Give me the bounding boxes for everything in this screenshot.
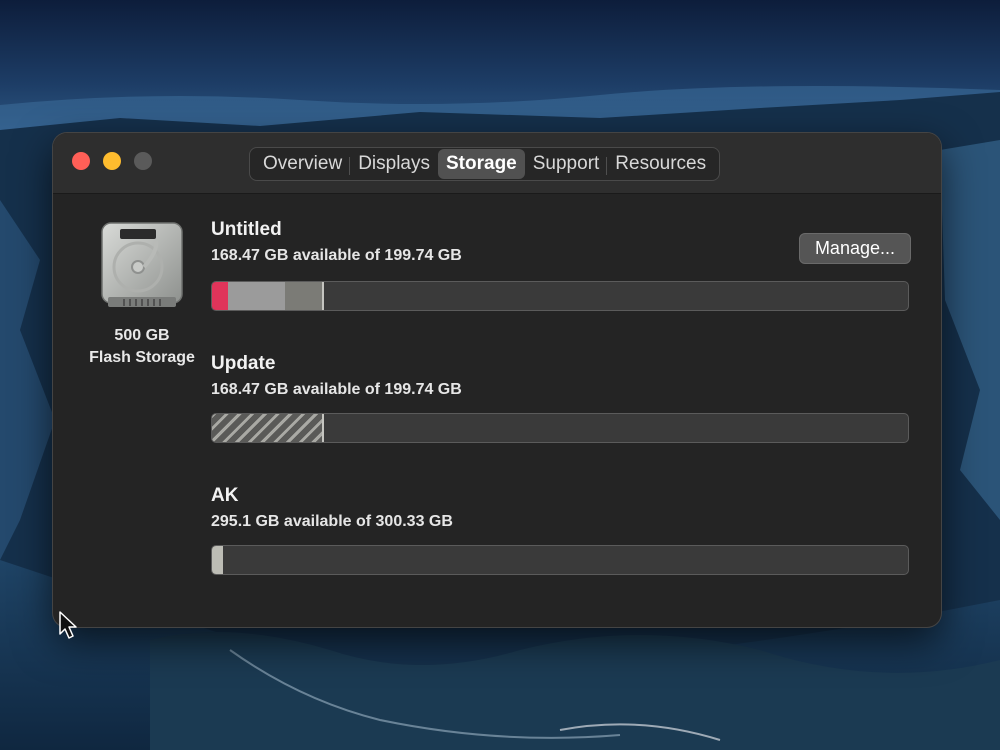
volume-name: AK — [211, 485, 239, 506]
segment-other — [285, 282, 324, 310]
volume-availability: 168.47 GB available of 199.74 GB — [211, 247, 462, 264]
hard-drive-icon — [101, 222, 183, 307]
segment-used — [212, 546, 223, 574]
minimize-button[interactable] — [103, 152, 121, 170]
storage-bar[interactable] — [211, 545, 909, 575]
tab-displays[interactable]: Displays — [349, 149, 438, 179]
tab-support[interactable]: Support — [525, 149, 608, 179]
zoom-button — [134, 152, 152, 170]
about-this-mac-window: Overview Displays Storage Support Resour… — [53, 133, 941, 627]
disk-panel: 500 GB Flash Storage — [77, 209, 207, 369]
tab-overview[interactable]: Overview — [255, 149, 350, 179]
tab-bar: Overview Displays Storage Support Resour… — [249, 147, 721, 181]
disk-type: Flash Storage — [89, 349, 195, 366]
volume-name: Untitled — [211, 219, 282, 240]
disk-capacity: 500 GB — [114, 327, 170, 344]
storage-bar[interactable] — [211, 281, 909, 311]
segment-apps — [212, 282, 228, 310]
volume-ak: AK 295.1 GB available of 300.33 GB — [211, 485, 911, 575]
segment-purgeable — [212, 414, 324, 442]
volume-update: Update 168.47 GB available of 199.74 GB — [211, 353, 911, 443]
tab-resources[interactable]: Resources — [606, 149, 714, 179]
close-button[interactable] — [72, 152, 90, 170]
volume-name: Update — [211, 353, 276, 374]
tab-storage[interactable]: Storage — [438, 149, 525, 179]
volume-availability: 168.47 GB available of 199.74 GB — [211, 381, 462, 398]
volume-untitled: Untitled 168.47 GB available of 199.74 G… — [211, 219, 911, 311]
window-titlebar: Overview Displays Storage Support Resour… — [53, 133, 941, 194]
segment-documents — [228, 282, 285, 310]
mouse-pointer-icon — [59, 611, 77, 639]
storage-bar[interactable] — [211, 413, 909, 443]
volume-availability: 295.1 GB available of 300.33 GB — [211, 513, 453, 530]
